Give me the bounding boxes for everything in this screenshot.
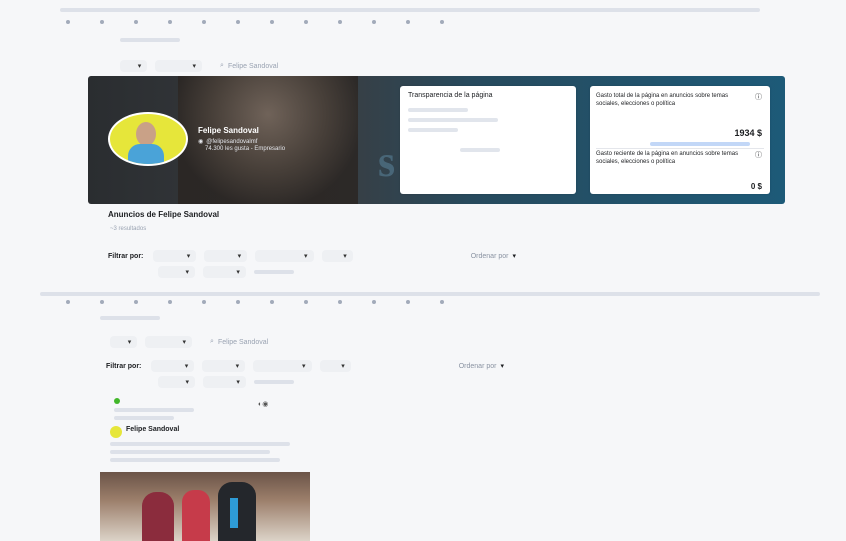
- filter-date[interactable]: ▾: [158, 266, 196, 278]
- info-icon[interactable]: ⓘ: [755, 150, 762, 160]
- top-filter-row-2: ▾ ▾: [158, 266, 294, 278]
- bottom-search-row: ▾ ▾ ⌕ Felipe Sandoval: [110, 336, 268, 348]
- page-followers: 74.300 les gusta - Empresario: [205, 146, 286, 152]
- filter-impressions[interactable]: ▾: [203, 376, 246, 388]
- filter-label: Filtrar por:: [106, 362, 142, 370]
- filter-date[interactable]: ▾: [158, 376, 196, 388]
- page-name[interactable]: Felipe Sandoval: [198, 126, 259, 135]
- avatar[interactable]: [108, 112, 188, 166]
- chevron-down-icon: ▾: [192, 63, 197, 70]
- second-bookmarks-bar: [60, 300, 468, 304]
- status-dot: [114, 398, 120, 404]
- info-icon[interactable]: ⓘ: [755, 92, 762, 102]
- filter-advertiser[interactable]: ▾: [204, 250, 248, 262]
- filter-reach[interactable]: ▾: [319, 360, 351, 372]
- top-search-row: ▾ ▾ ⌕ Felipe Sandoval: [120, 60, 278, 72]
- country-select[interactable]: ▾: [120, 60, 148, 72]
- breadcrumb: [120, 38, 180, 42]
- filter-reach[interactable]: ▾: [321, 250, 353, 262]
- sort-select[interactable]: Ordenar por: [459, 363, 497, 370]
- spend-link[interactable]: [650, 142, 750, 146]
- chevron-down-icon: ▾: [137, 63, 142, 70]
- spend-card: Gasto total de la página en anuncios sob…: [590, 86, 770, 194]
- search-input[interactable]: Felipe Sandoval: [228, 63, 278, 70]
- ad-image: [100, 472, 310, 541]
- search-icon: ⌕: [220, 62, 224, 69]
- platform-icons: ◐◉: [258, 401, 269, 408]
- second-browser-bar: [40, 292, 820, 296]
- bottom-filter-row-2: ▾ ▾: [158, 376, 294, 388]
- bottom-filter-row: Filtrar por: ▾ ▾ ▾ ▾ Ordenar por ▾: [106, 360, 504, 372]
- transparency-card[interactable]: Transparencia de la página: [400, 86, 576, 194]
- transparency-title: Transparencia de la página: [408, 92, 493, 99]
- page-handle-row: ◉ @felipesandovalmf: [198, 138, 257, 146]
- instagram-icon: ◉: [198, 139, 204, 145]
- chevron-down-icon: ▾: [500, 363, 504, 370]
- category-select[interactable]: ▾: [145, 336, 193, 348]
- filter-platform[interactable]: ▾: [255, 250, 314, 262]
- recent-spend-value: 0 $: [750, 182, 762, 191]
- sort-select[interactable]: Ordenar por: [471, 253, 509, 260]
- chevron-down-icon: ▾: [512, 253, 516, 260]
- filter-label: Filtrar por:: [108, 252, 144, 260]
- ads-heading: Anuncios de Felipe Sandoval: [108, 210, 220, 219]
- ad-card[interactable]: ◐◉ Felipe Sandoval: [100, 396, 310, 541]
- filter-language[interactable]: ▾: [153, 250, 197, 262]
- recent-spend-title: Gasto reciente de la página en anuncios …: [596, 151, 739, 165]
- page-handle[interactable]: @felipesandovalmf: [206, 139, 257, 145]
- search-input[interactable]: Felipe Sandoval: [218, 339, 268, 346]
- search-icon: ⌕: [210, 338, 214, 345]
- filter-impressions[interactable]: ▾: [203, 266, 246, 278]
- results-count: ~3 resultados: [110, 226, 147, 232]
- country-select[interactable]: ▾: [110, 336, 138, 348]
- spend-value: 1934 $: [734, 128, 762, 138]
- advertiser-avatar: [110, 426, 122, 438]
- filter-platform[interactable]: ▾: [253, 360, 312, 372]
- bookmarks-bar: [60, 20, 468, 24]
- spend-card-title: Gasto total de la página en anuncios sob…: [596, 93, 729, 107]
- advertiser-name[interactable]: Felipe Sandoval: [126, 426, 179, 433]
- category-select[interactable]: ▾: [155, 60, 203, 72]
- filter-language[interactable]: ▾: [151, 360, 195, 372]
- filter-advertiser[interactable]: ▾: [202, 360, 246, 372]
- second-breadcrumb: [100, 316, 160, 320]
- top-browser-bar: [60, 8, 760, 12]
- top-filter-row: Filtrar por: ▾ ▾ ▾ ▾ Ordenar por ▾: [108, 250, 516, 262]
